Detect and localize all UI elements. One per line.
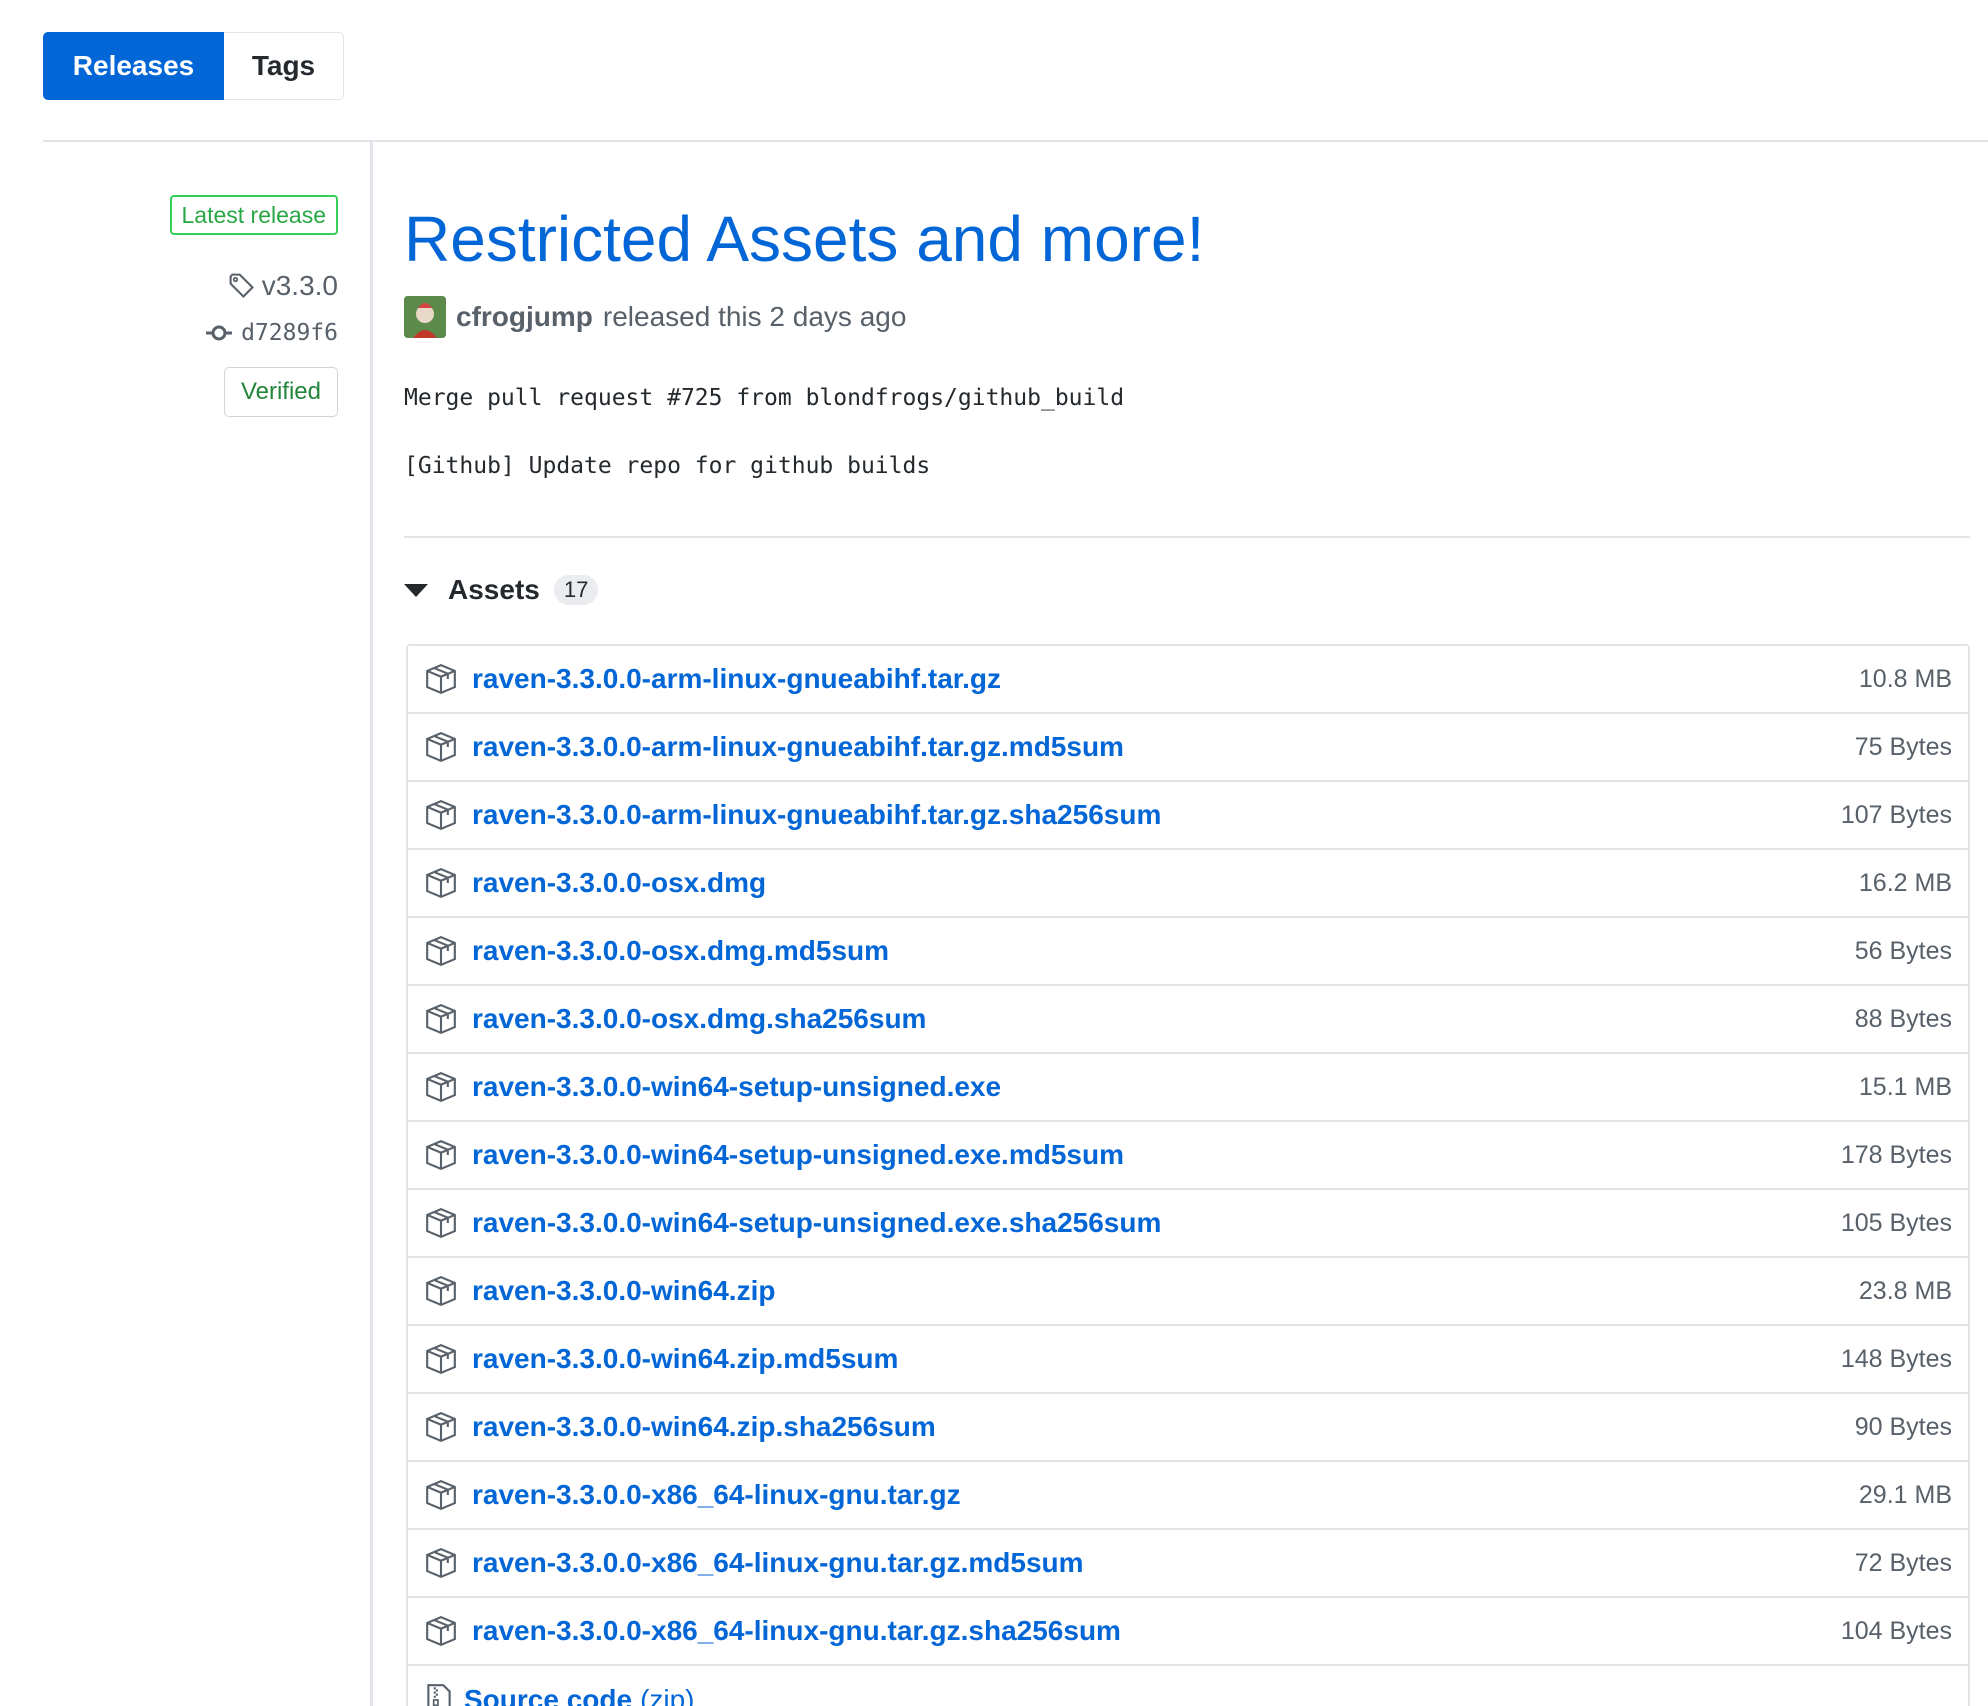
asset-row: raven-3.3.0.0-win64-setup-unsigned.exe.s… [408, 1190, 1968, 1258]
avatar[interactable] [404, 296, 446, 338]
assets-label: Assets [448, 574, 540, 605]
asset-download-link[interactable]: raven-3.3.0.0-win64.zip [472, 1275, 1859, 1307]
assets-toggle[interactable]: Assets 17 [404, 574, 599, 606]
asset-size: 90 Bytes [1854, 1412, 1952, 1441]
package-icon [426, 732, 456, 762]
release-notes-line: [Github] Update repo for github builds [404, 453, 931, 479]
release-byline: cfrogjump released this 2 days ago [404, 296, 906, 338]
release-notes-line: Merge pull request #725 from blondfrogs/… [404, 385, 1125, 411]
source-code-row: Source code (zip) [408, 1666, 1968, 1706]
asset-size: 23.8 MB [1858, 1276, 1952, 1305]
asset-row: raven-3.3.0.0-osx.dmg 16.2 MB [408, 850, 1968, 918]
assets-count-badge: 17 [553, 575, 599, 605]
sidebar-divider [370, 141, 373, 1706]
package-icon [426, 1616, 456, 1646]
tab-tags[interactable]: Tags [224, 32, 344, 100]
triangle-down-icon[interactable] [404, 583, 428, 597]
source-code-link[interactable]: Source code [464, 1684, 632, 1706]
commit-icon [206, 325, 233, 341]
release-notes: Merge pull request #725 from blondfrogs/… [404, 385, 1124, 489]
package-icon [426, 1276, 456, 1306]
release-title[interactable]: Restricted Assets and more! [404, 202, 1204, 276]
author-link[interactable]: cfrogjump [456, 301, 593, 333]
latest-release-badge: Latest release [169, 195, 338, 235]
asset-download-link[interactable]: raven-3.3.0.0-arm-linux-gnueabihf.tar.gz… [472, 731, 1855, 763]
package-icon [426, 1412, 456, 1442]
asset-download-link[interactable]: raven-3.3.0.0-win64-setup-unsigned.exe.s… [472, 1207, 1841, 1239]
asset-row: raven-3.3.0.0-osx.dmg.sha256sum 88 Bytes [408, 986, 1968, 1054]
asset-download-link[interactable]: raven-3.3.0.0-win64-setup-unsigned.exe [472, 1071, 1859, 1103]
asset-row: raven-3.3.0.0-x86_64-linux-gnu.tar.gz.sh… [408, 1598, 1968, 1666]
asset-download-link[interactable]: raven-3.3.0.0-x86_64-linux-gnu.tar.gz.sh… [472, 1615, 1841, 1647]
asset-size: 105 Bytes [1840, 1208, 1952, 1237]
asset-size: 148 Bytes [1840, 1344, 1952, 1373]
release-commit[interactable]: d7289f6 [205, 320, 338, 346]
asset-row: raven-3.3.0.0-win64.zip.sha256sum 90 Byt… [408, 1394, 1968, 1462]
package-icon [426, 1072, 456, 1102]
asset-row: raven-3.3.0.0-win64-setup-unsigned.exe 1… [408, 1054, 1968, 1122]
package-icon [426, 936, 456, 966]
asset-download-link[interactable]: raven-3.3.0.0-win64.zip.sha256sum [472, 1411, 1855, 1443]
package-icon [426, 1140, 456, 1170]
package-icon [426, 1004, 456, 1034]
release-tabs: Releases Tags [43, 32, 344, 100]
package-icon [426, 1548, 456, 1578]
commit-sha: d7289f6 [241, 320, 338, 346]
asset-size: 56 Bytes [1854, 936, 1952, 965]
asset-size: 104 Bytes [1840, 1616, 1952, 1645]
package-icon [426, 868, 456, 898]
package-icon [426, 1480, 456, 1510]
package-icon [426, 664, 456, 694]
releases-page: Releases Tags Latest release v3.3.0 d728… [0, 0, 1988, 1706]
asset-size: 15.1 MB [1858, 1072, 1952, 1101]
release-tag[interactable]: v3.3.0 [228, 270, 338, 302]
asset-row: raven-3.3.0.0-x86_64-linux-gnu.tar.gz 29… [408, 1462, 1968, 1530]
asset-download-link[interactable]: raven-3.3.0.0-arm-linux-gnueabihf.tar.gz [472, 663, 1859, 695]
asset-download-link[interactable]: raven-3.3.0.0-x86_64-linux-gnu.tar.gz [472, 1479, 1859, 1511]
asset-download-link[interactable]: raven-3.3.0.0-osx.dmg.sha256sum [472, 1003, 1855, 1035]
asset-size: 72 Bytes [1854, 1548, 1952, 1577]
asset-list: raven-3.3.0.0-arm-linux-gnueabihf.tar.gz… [406, 644, 1970, 1706]
asset-size: 29.1 MB [1858, 1480, 1952, 1509]
notes-divider [404, 536, 1970, 538]
asset-row: raven-3.3.0.0-x86_64-linux-gnu.tar.gz.md… [408, 1530, 1968, 1598]
asset-size: 75 Bytes [1854, 732, 1952, 761]
asset-size: 178 Bytes [1840, 1140, 1952, 1169]
asset-download-link[interactable]: raven-3.3.0.0-arm-linux-gnueabihf.tar.gz… [472, 799, 1841, 831]
package-icon [426, 1208, 456, 1238]
asset-row: raven-3.3.0.0-win64.zip.md5sum 148 Bytes [408, 1326, 1968, 1394]
verified-badge[interactable]: Verified [223, 367, 338, 417]
file-zip-icon [427, 1684, 451, 1706]
asset-row: raven-3.3.0.0-osx.dmg.md5sum 56 Bytes [408, 918, 1968, 986]
source-code-format[interactable]: (zip) [640, 1684, 694, 1706]
asset-row: raven-3.3.0.0-arm-linux-gnueabihf.tar.gz… [408, 714, 1968, 782]
asset-download-link[interactable]: raven-3.3.0.0-osx.dmg [472, 867, 1859, 899]
package-icon [426, 800, 456, 830]
asset-row: raven-3.3.0.0-arm-linux-gnueabihf.tar.gz… [408, 782, 1968, 850]
asset-size: 10.8 MB [1858, 664, 1952, 693]
asset-download-link[interactable]: raven-3.3.0.0-win64-setup-unsigned.exe.m… [472, 1139, 1841, 1171]
tag-label: v3.3.0 [261, 270, 338, 301]
asset-row: raven-3.3.0.0-win64-setup-unsigned.exe.m… [408, 1122, 1968, 1190]
released-text: released this 2 days ago [602, 301, 907, 332]
asset-size: 88 Bytes [1854, 1004, 1952, 1033]
asset-row: raven-3.3.0.0-arm-linux-gnueabihf.tar.gz… [408, 646, 1968, 714]
tag-icon [229, 273, 254, 298]
asset-download-link[interactable]: raven-3.3.0.0-osx.dmg.md5sum [472, 935, 1855, 967]
asset-download-link[interactable]: raven-3.3.0.0-x86_64-linux-gnu.tar.gz.md… [472, 1547, 1855, 1579]
asset-download-link[interactable]: raven-3.3.0.0-win64.zip.md5sum [472, 1343, 1841, 1375]
tab-releases[interactable]: Releases [43, 32, 224, 100]
package-icon [426, 1344, 456, 1374]
avatar-image-icon [404, 296, 446, 338]
asset-size: 16.2 MB [1858, 868, 1952, 897]
asset-size: 107 Bytes [1840, 800, 1952, 829]
asset-row: raven-3.3.0.0-win64.zip 23.8 MB [408, 1258, 1968, 1326]
